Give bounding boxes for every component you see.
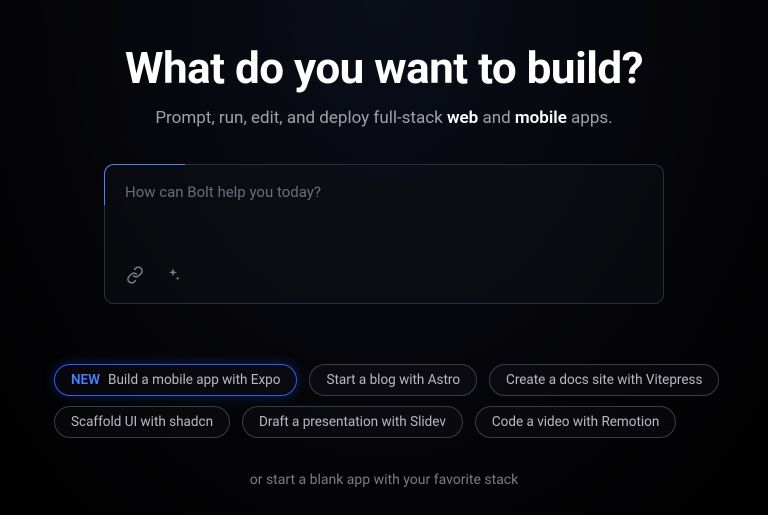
chip-shadcn[interactable]: Scaffold UI with shadcn <box>54 406 230 438</box>
chip-featured-label: Build a mobile app with Expo <box>108 372 280 388</box>
chip-featured[interactable]: NEW Build a mobile app with Expo <box>54 364 297 396</box>
chip-vitepress[interactable]: Create a docs site with Vitepress <box>489 364 719 396</box>
sparkle-icon[interactable] <box>163 265 183 285</box>
subhead-strong-web: web <box>447 108 478 128</box>
subhead-strong-mobile: mobile <box>515 108 567 128</box>
prompt-toolbar <box>125 265 643 285</box>
main-container: What do you want to build? Prompt, run, … <box>0 42 768 488</box>
subhead-post: apps. <box>567 108 613 128</box>
subhead-mid: and <box>478 108 515 128</box>
chip-slidev[interactable]: Draft a presentation with Slidev <box>242 406 463 438</box>
footnote: or start a blank app with your favorite … <box>250 472 518 488</box>
subhead-pre: Prompt, run, edit, and deploy full-stack <box>155 108 447 128</box>
prompt-input[interactable] <box>125 183 643 219</box>
page-headline: What do you want to build? <box>125 42 643 94</box>
chip-astro[interactable]: Start a blog with Astro <box>309 364 477 396</box>
suggestion-chips: NEW Build a mobile app with Expo Start a … <box>34 364 734 438</box>
link-icon[interactable] <box>125 265 145 285</box>
page-subhead: Prompt, run, edit, and deploy full-stack… <box>155 108 612 128</box>
chip-remotion[interactable]: Code a video with Remotion <box>475 406 676 438</box>
prompt-box[interactable] <box>104 164 664 304</box>
chip-badge: NEW <box>71 372 100 388</box>
